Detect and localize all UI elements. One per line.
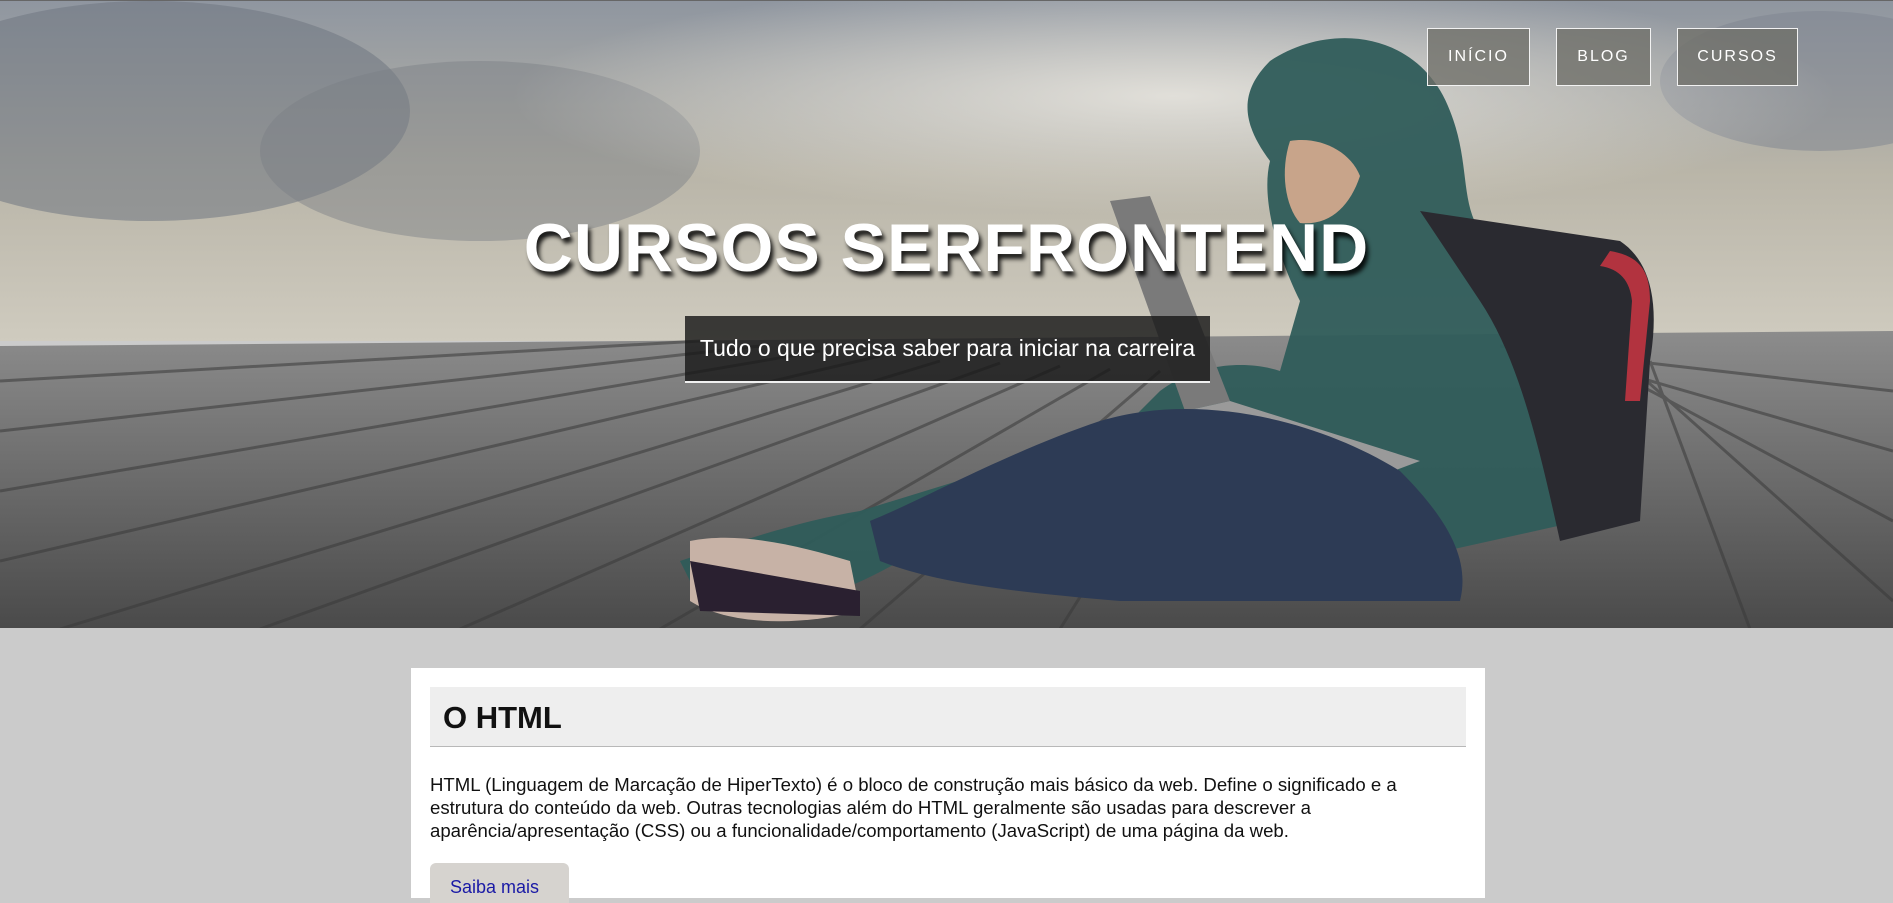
content-card: O HTML HTML (Linguagem de Marcação de Hi… xyxy=(411,668,1485,903)
section-heading: O HTML xyxy=(443,700,562,735)
hero-background-image xyxy=(0,1,1893,628)
saiba-mais-button[interactable]: Saiba mais xyxy=(430,863,569,903)
nav-cursos-button[interactable]: CURSOS xyxy=(1677,28,1798,86)
section-header: O HTML xyxy=(430,687,1466,747)
nav-inicio-button[interactable]: INÍCIO xyxy=(1427,28,1530,86)
hero-banner: INÍCIO BLOG CURSOS CURSOS SERFRONTEND Tu… xyxy=(0,0,1893,628)
section-body-text: HTML (Linguagem de Marcação de HiperText… xyxy=(430,774,1397,841)
nav-blog-button[interactable]: BLOG xyxy=(1556,28,1651,86)
main-nav: INÍCIO BLOG CURSOS xyxy=(1427,28,1798,86)
hero-subtitle: Tudo o que precisa saber para iniciar na… xyxy=(685,316,1210,383)
hero-title: CURSOS SERFRONTEND xyxy=(523,210,1370,286)
